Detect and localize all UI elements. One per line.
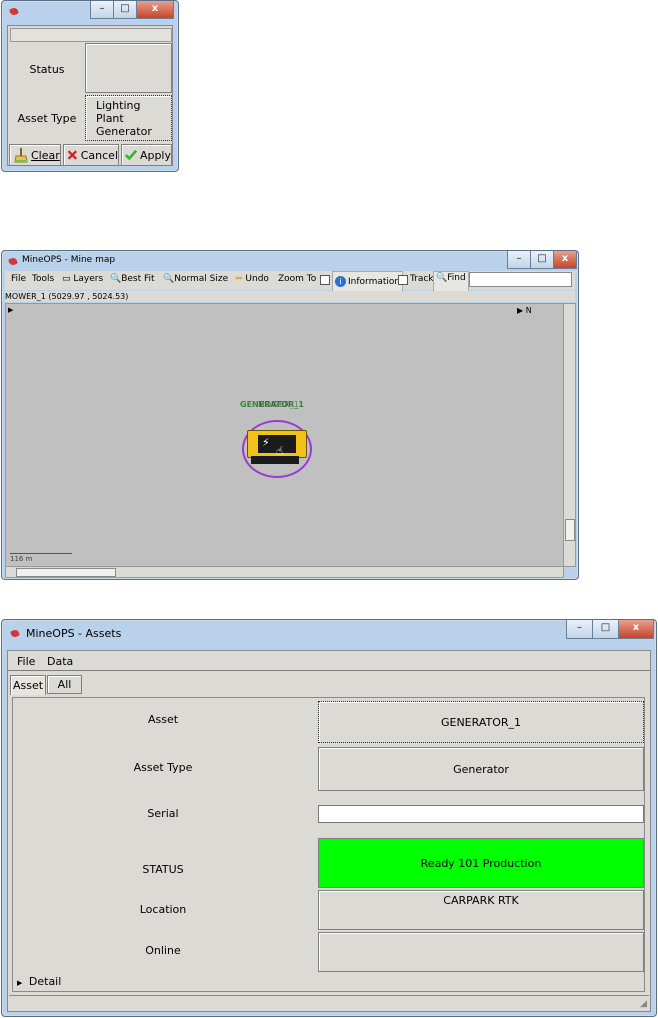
app-icon (8, 5, 20, 17)
dialog-body: Status Asset Type Lighting Plant Generat… (7, 25, 173, 166)
status-filter-list[interactable] (85, 43, 172, 93)
normal-size-button[interactable]: 🔍Normal Size (163, 274, 228, 284)
asset-type-value-button[interactable]: Generator (318, 747, 644, 791)
cancel-button[interactable]: Cancel (63, 144, 119, 166)
apply-button[interactable]: Apply (121, 144, 172, 166)
online-value[interactable] (318, 932, 644, 972)
broom-icon (14, 148, 28, 163)
tab-all[interactable]: All (47, 675, 82, 694)
tab-asset[interactable]: Asset (10, 675, 46, 695)
minimize-button[interactable]: – (566, 620, 593, 639)
cancel-button-label: Cancel (80, 148, 118, 162)
generator-asset-marker[interactable]: ⚡ ☝ (242, 420, 312, 478)
close-button[interactable]: x (553, 251, 577, 269)
asset-label-overlay: MOWER_1 (258, 400, 299, 409)
information-button[interactable]: i Information (332, 271, 404, 292)
serial-label: Serial (147, 806, 179, 820)
track-checkbox[interactable] (398, 275, 408, 285)
magnifier-icon: 🔍 (163, 274, 175, 284)
assets-window: MineOPS - Assets – □ x File Data Asset A… (1, 619, 657, 1017)
horizontal-scroll-thumb[interactable] (16, 568, 116, 577)
asset-label: Asset (147, 712, 179, 726)
layers-label: Layers (73, 274, 104, 284)
menu-file[interactable]: File (17, 655, 35, 668)
resize-grip-icon[interactable]: ◢ (640, 999, 647, 1009)
information-label: Information (348, 276, 401, 287)
dialog-top-strip (10, 28, 172, 42)
expand-arrow-icon: ▶ (17, 979, 23, 987)
status-value-button[interactable]: Ready 101 Production (318, 838, 644, 888)
minimize-button[interactable]: – (90, 1, 114, 19)
detail-expander[interactable]: ▶ Detail (17, 975, 61, 988)
location-value[interactable]: CARPARK RTK (318, 890, 644, 930)
assets-body: File Data Asset All Asset GENERATOR_1 As… (7, 650, 651, 1012)
magnifier-icon: 🔍 (110, 274, 122, 284)
close-button[interactable]: x (136, 1, 174, 19)
undo-button[interactable]: ⬅ Undo (235, 274, 269, 284)
horizontal-scrollbar[interactable] (5, 566, 564, 578)
north-label: N (525, 306, 532, 315)
maximize-button[interactable]: □ (592, 620, 619, 639)
asset-type-filter-list[interactable]: Lighting Plant Generator (85, 95, 172, 141)
track-label: Track (410, 274, 434, 284)
vertical-scroll-thumb[interactable] (565, 519, 575, 541)
magnifier-icon: 🔍 (436, 273, 448, 283)
window-title: MineOPS - Mine map (22, 255, 116, 265)
best-fit-label: Best Fit (121, 274, 155, 284)
filter-dialog: – □ x Status Asset Type Lighting Plant G… (1, 0, 179, 172)
undo-label: Undo (245, 274, 269, 284)
status-bar (9, 995, 649, 1011)
asset-value-button[interactable]: GENERATOR_1 (318, 701, 644, 743)
green-check-icon (125, 149, 137, 161)
information-checkbox[interactable] (320, 275, 330, 285)
menu-divider (8, 670, 650, 671)
location-label: Location (139, 902, 187, 916)
map-toolbar: File Tools ▭ Layers 🔍Best Fit 🔍Normal Si… (5, 271, 575, 292)
menu-file[interactable]: File (11, 274, 26, 284)
app-icon (9, 627, 21, 639)
undo-arrow-icon: ⬅ (235, 274, 243, 284)
minimize-button[interactable]: – (507, 251, 531, 269)
vertical-scrollbar[interactable] (563, 303, 576, 567)
mine-map-window: MineOPS - Mine map – □ x File Tools ▭ La… (1, 250, 579, 580)
find-button[interactable]: 🔍Find (433, 271, 469, 292)
mouse-cursor-icon: ☝ (276, 444, 284, 458)
scale-label: 116 m (10, 555, 33, 563)
find-label: Find (447, 273, 466, 283)
clear-button[interactable]: Clear (9, 144, 61, 166)
status-label: STATUS (142, 862, 184, 876)
scale-bar (10, 553, 72, 554)
window-title: MineOPS - Assets (26, 627, 122, 640)
status-label: Status (29, 62, 65, 76)
menu-data[interactable]: Data (47, 655, 73, 668)
apply-button-label: Apply (139, 148, 171, 162)
asset-type-label: Asset Type (17, 111, 77, 125)
maximize-button[interactable]: □ (113, 1, 137, 19)
coordinates-readout: MOWER_1 (5029.97 , 5024.53) (5, 291, 575, 302)
map-canvas[interactable]: ▶ ▶ N GENERATOR_1 MOWER_1 ⚡ ☝ 116 m (5, 303, 564, 567)
menu-tools[interactable]: Tools (32, 274, 54, 284)
layers-button[interactable]: ▭ Layers (62, 274, 103, 284)
detail-label: Detail (28, 975, 62, 988)
normal-size-label: Normal Size (174, 274, 229, 284)
close-button[interactable]: x (618, 620, 654, 639)
zoom-to-button[interactable]: Zoom To (278, 274, 316, 284)
serial-input[interactable] (318, 805, 644, 823)
online-label: Online (145, 943, 181, 957)
expand-arrow-icon[interactable]: ▶ (8, 306, 13, 314)
layers-icon: ▭ (62, 274, 71, 284)
app-icon (7, 255, 19, 267)
asset-form: Asset GENERATOR_1 Asset Type Generator S… (12, 697, 645, 992)
find-input[interactable] (469, 272, 572, 287)
best-fit-button[interactable]: 🔍Best Fit (110, 274, 155, 284)
info-icon: i (335, 276, 346, 287)
maximize-button[interactable]: □ (530, 251, 554, 269)
red-x-icon (67, 150, 78, 160)
asset-type-label: Asset Type (133, 760, 193, 774)
clear-button-label: Clear (31, 148, 60, 162)
north-indicator: ▶ N (517, 306, 532, 315)
